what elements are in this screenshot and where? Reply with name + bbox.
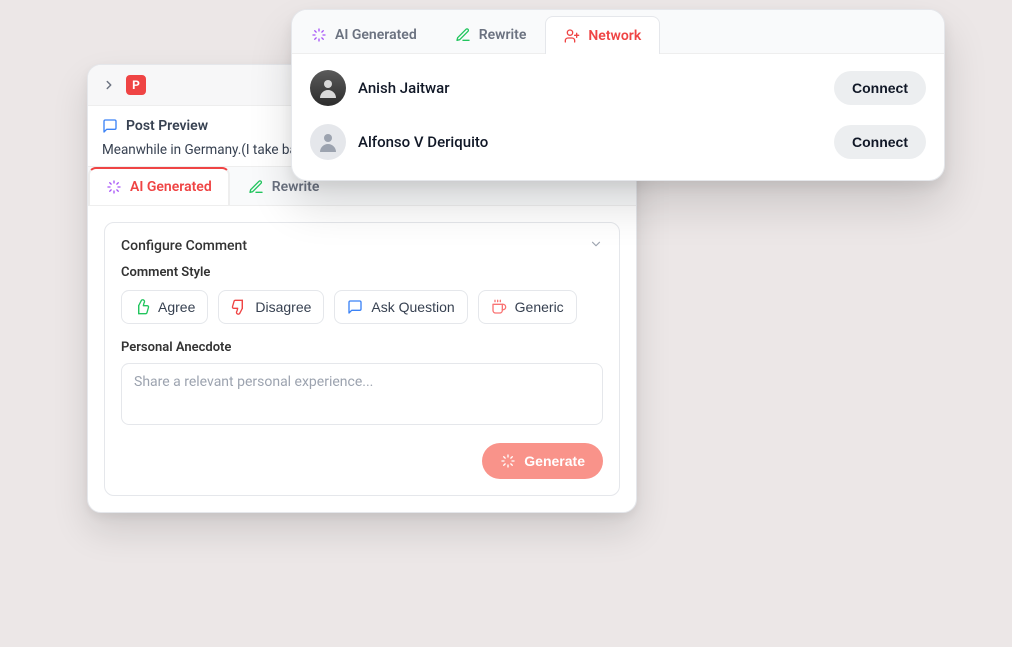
pill-generic[interactable]: Generic [478,290,577,324]
person-info: Alfonso V Deriquito [310,124,488,160]
tab-label: AI Generated [130,179,212,195]
thumbs-down-icon [231,299,247,315]
sparkles-icon [500,453,516,469]
configure-panel: Configure Comment Comment Style Agree Di… [104,222,620,496]
edit-icon [248,179,264,195]
sparkles-icon [106,179,122,195]
generate-button[interactable]: Generate [482,443,603,479]
comment-style-label: Comment Style [121,265,603,280]
person-name: Alfonso V Deriquito [358,133,488,151]
person-row: Anish Jaitwar Connect [310,70,926,106]
generate-row: Generate [121,443,603,479]
chevron-down-icon [589,237,603,255]
overlay-tabs: AI Generated Rewrite Network [292,10,944,54]
pill-label: Disagree [255,299,311,315]
tab-label: Rewrite [272,179,320,195]
pill-label: Generic [515,299,564,315]
network-list: Anish Jaitwar Connect Alfonso V Deriquit… [292,54,944,180]
person-row: Alfonso V Deriquito Connect [310,124,926,160]
avatar [310,70,346,106]
chat-icon [347,299,363,315]
configure-header[interactable]: Configure Comment [121,237,603,255]
thumbs-up-icon [134,299,150,315]
avatar [310,124,346,160]
sparkles-icon [311,27,327,43]
configure-title: Configure Comment [121,238,247,254]
user-plus-icon [564,28,580,44]
message-icon [102,118,118,134]
pill-label: Agree [158,299,195,315]
tab-label: Rewrite [479,27,527,43]
network-overlay-card: AI Generated Rewrite Network Anish Jaitw… [291,9,945,181]
anecdote-textarea[interactable] [121,363,603,425]
tab-ai-generated[interactable]: AI Generated [292,16,436,53]
tab-ai-generated[interactable]: AI Generated [88,167,230,205]
pill-disagree[interactable]: Disagree [218,290,324,324]
configure-section: Configure Comment Comment Style Agree Di… [88,206,636,512]
person-info: Anish Jaitwar [310,70,450,106]
tab-rewrite[interactable]: Rewrite [436,16,546,53]
tab-label: Network [588,28,641,44]
post-preview-label: Post Preview [126,118,208,134]
coffee-icon [491,299,507,315]
person-name: Anish Jaitwar [358,79,450,97]
tab-label: AI Generated [335,27,417,43]
app-logo: P [126,75,146,95]
connect-button[interactable]: Connect [834,71,926,105]
anecdote-label: Personal Anecdote [121,340,603,355]
style-pills: Agree Disagree Ask Question Generic [121,290,603,324]
pill-ask-question[interactable]: Ask Question [334,290,467,324]
generate-label: Generate [524,453,585,469]
pill-label: Ask Question [371,299,454,315]
connect-button[interactable]: Connect [834,125,926,159]
tab-network[interactable]: Network [545,16,660,54]
edit-icon [455,27,471,43]
chevron-right-icon[interactable] [100,76,118,94]
pill-agree[interactable]: Agree [121,290,208,324]
